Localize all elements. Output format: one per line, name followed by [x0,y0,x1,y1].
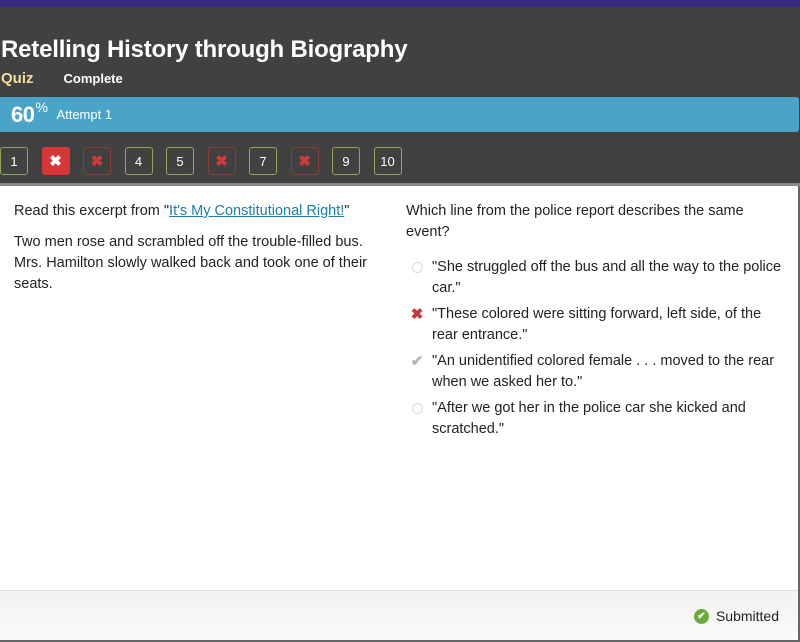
incorrect-x-icon: ✖ [410,306,424,323]
header-divider [0,183,800,186]
quiz-type-label: Quiz [1,70,34,87]
radio-icon[interactable] [406,398,428,419]
quiz-status-label: Complete [63,71,123,86]
incorrect-x-icon: ✖ [90,153,104,170]
passage-intro: Read this excerpt from "It's My Constitu… [14,201,394,222]
question-panel: Which line from the police report descri… [406,201,790,445]
checkmark-icon: ✔ [410,353,424,370]
quiz-header: Retelling History through Biography Quiz… [0,7,800,183]
question-10-button[interactable]: 10 [373,147,402,175]
question-3-button[interactable]: ✖ [83,147,111,175]
question-9-label: 9 [342,153,350,169]
incorrect-x-icon: ✖ [49,153,62,170]
answer-option[interactable]: "After we got her in the police car she … [406,398,790,440]
passage-intro-suffix: " [344,203,350,219]
page-title: Retelling History through Biography [1,36,408,63]
incorrect-x-icon: ✖ [298,153,311,170]
question-10-label: 10 [380,153,395,169]
answer-option[interactable]: "She struggled off the bus and all the w… [406,257,790,299]
submitted-label: Submitted [715,608,779,624]
question-1-button[interactable]: 1 [0,147,28,175]
passage-intro-prefix: Read this excerpt from " [14,203,170,219]
question-1-label: 1 [10,153,18,169]
answer-option-text: "After we got her in the police car she … [432,400,746,437]
question-2-button[interactable]: ✖ [41,147,70,175]
passage-excerpt: Two men rose and scrambled off the troub… [14,234,367,292]
question-prompt: Which line from the police report descri… [406,203,744,240]
question-8-button[interactable]: ✖ [290,147,319,175]
question-9-button[interactable]: 9 [332,147,360,175]
answer-option[interactable]: ✔ "An unidentified colored female . . . … [406,351,790,393]
score-number: 60 [11,101,35,127]
question-4-label: 4 [134,153,143,169]
incorrect-x-icon: ✖ [215,153,228,170]
passage-panel: Read this excerpt from "It's My Constitu… [14,201,394,305]
question-5-button[interactable]: 5 [166,147,194,175]
source-link[interactable]: It's My Constitutional Right! [169,203,344,219]
answer-option-text: "She struggled off the bus and all the w… [432,259,782,296]
top-accent-strip [0,0,800,7]
question-7-label: 7 [259,153,267,169]
attempt-label: Attempt 1 [56,107,113,122]
answer-option[interactable]: ✖ "These colored were sitting forward, l… [406,304,790,346]
score-value: 60% [11,98,48,128]
question-navigation: 1 ✖ ✖ 4 5 ✖ 7 ✖ 9 10 [0,147,415,175]
question-6-button[interactable]: ✖ [207,147,236,175]
question-7-button[interactable]: 7 [249,147,277,175]
score-bar: 60% Attempt 1 [0,97,799,132]
answer-option-text: "An unidentified colored female . . . mo… [432,353,775,390]
check-circle-icon: ✔ [693,608,709,624]
question-4-button[interactable]: 4 [124,147,153,175]
score-unit: % [35,98,48,115]
quiz-subtitle: Quiz Complete [1,70,123,87]
submitted-status: ✔ Submitted [693,608,779,624]
answer-option-text: "These colored were sitting forward, lef… [432,306,762,343]
question-5-label: 5 [176,153,184,169]
radio-icon[interactable] [406,257,428,278]
quiz-footer: ✔ Submitted [0,590,800,642]
